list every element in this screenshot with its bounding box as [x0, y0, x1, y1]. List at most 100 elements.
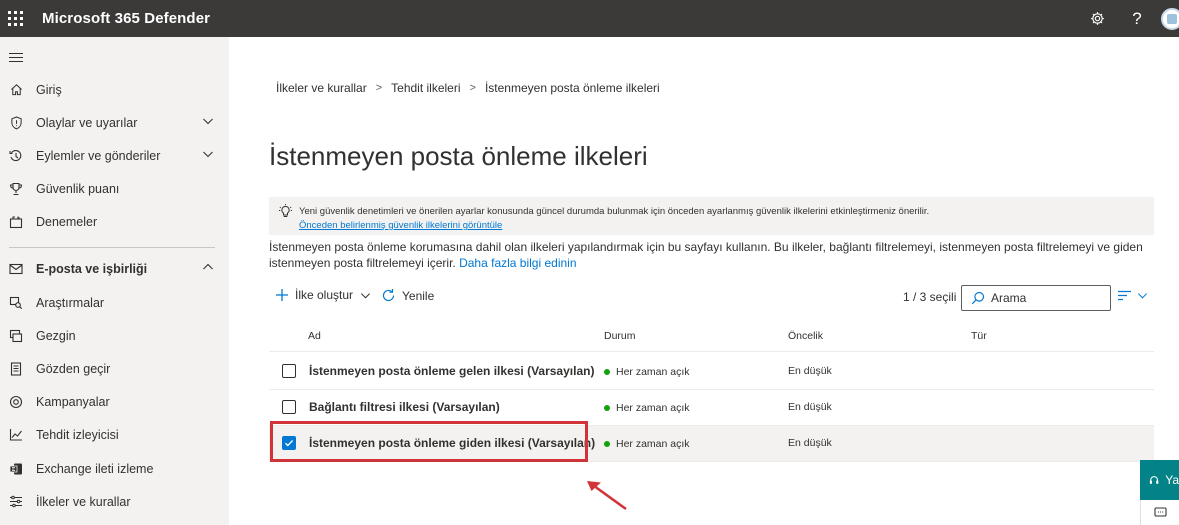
- search-placeholder: Arama: [991, 291, 1027, 305]
- status-dot-icon: [604, 441, 610, 447]
- filter-button[interactable]: [1117, 289, 1148, 302]
- explorer-icon: [9, 329, 23, 343]
- target-icon: [9, 395, 23, 409]
- nav-item-secure-score[interactable]: Güvenlik puanı: [0, 172, 229, 205]
- status-text: Her zaman açık: [616, 438, 690, 450]
- sidebar: Giriş Olaylar ve uyarılar Eylemler ve gö…: [0, 37, 229, 525]
- settings-button[interactable]: [1077, 0, 1117, 37]
- page-description: İstenmeyen posta önleme korumasına dahil…: [269, 239, 1149, 271]
- policy-name[interactable]: Bağlantı filtresi ilkesi (Varsayılan): [309, 400, 500, 414]
- annotation-arrow-icon: [587, 481, 627, 511]
- trophy-icon: [9, 182, 23, 196]
- breadcrumb-item-current: İstenmeyen posta önleme ilkeleri: [484, 81, 660, 95]
- nav-item-exchange-trace[interactable]: Exchange ileti izleme: [0, 452, 229, 485]
- question-icon: ?: [1132, 8, 1142, 28]
- chevron-down-icon: [1138, 293, 1147, 299]
- nav-item-home[interactable]: Giriş: [0, 73, 229, 106]
- app-launcher-button[interactable]: [0, 0, 30, 37]
- banner-link[interactable]: Önceden belirlenmiş güvenlik ilkelerini …: [299, 220, 502, 231]
- banner-text: Yeni güvenlik denetimleri ve önerilen ay…: [299, 206, 930, 217]
- app-title[interactable]: Microsoft 365 Defender: [42, 10, 210, 27]
- exchange-icon: [9, 462, 23, 476]
- avatar-icon: [1167, 13, 1177, 24]
- nav-item-label: Olaylar ve uyarılar: [36, 115, 138, 130]
- refresh-label: Yenile: [402, 288, 435, 303]
- nav-item-actions[interactable]: Eylemler ve gönderiler: [0, 139, 229, 172]
- search-input[interactable]: Arama: [961, 285, 1111, 311]
- nav-item-investigations[interactable]: Araştırmalar: [0, 286, 229, 319]
- breadcrumb-item-policies[interactable]: İlkeler ve kurallar: [276, 81, 367, 95]
- nav-item-label: İlkeler ve kurallar: [36, 494, 131, 509]
- selection-count: 1 / 3 seçili: [903, 290, 957, 304]
- chevron-down-icon: [203, 118, 213, 125]
- nav-item-incidents[interactable]: Olaylar ve uyarılar: [0, 106, 229, 139]
- breadcrumb-item-threat-policies[interactable]: Tehdit ilkeleri: [391, 81, 460, 95]
- chevron-down-icon: [203, 151, 213, 158]
- info-banner: Yeni güvenlik denetimleri ve önerilen ay…: [269, 197, 1154, 235]
- priority-cell: En düşük: [788, 365, 832, 377]
- status-dot-icon: [604, 369, 610, 375]
- column-header-type[interactable]: Tür: [971, 330, 987, 342]
- investigation-icon: [9, 296, 23, 310]
- shield-icon: [9, 115, 23, 130]
- nav-item-label: Gezgin: [36, 328, 76, 343]
- status-dot-icon: [604, 405, 610, 411]
- nav-item-label: Giriş: [36, 82, 62, 97]
- create-policy-button[interactable]: İlke oluştur: [275, 288, 371, 302]
- nav-item-label: Gözden geçir: [36, 361, 111, 376]
- refresh-button[interactable]: Yenile: [381, 288, 434, 303]
- avatar[interactable]: [1161, 7, 1179, 30]
- help-label: Ya: [1165, 473, 1179, 487]
- nav-item-threat-tracker[interactable]: Tehdit izleyicisi: [0, 418, 229, 451]
- nav-divider: [9, 247, 215, 248]
- hamburger-icon[interactable]: [9, 53, 23, 65]
- headset-icon: [1149, 475, 1159, 484]
- nav-item-campaigns[interactable]: Kampanyalar: [0, 385, 229, 418]
- nav-item-label: Güvenlik puanı: [36, 181, 120, 196]
- chat-button[interactable]: [1140, 500, 1179, 525]
- search-icon: [971, 291, 985, 305]
- nav-item-email-collaboration[interactable]: E-posta ve işbirliği: [0, 252, 229, 285]
- nav-item-policies-rules[interactable]: İlkeler ve kurallar: [0, 485, 229, 518]
- priority-cell: En düşük: [788, 437, 832, 449]
- breadcrumb: İlkeler ve kurallar > Tehdit ilkeleri > …: [276, 81, 660, 95]
- chevron-down-icon: [361, 292, 371, 299]
- column-header-status[interactable]: Durum: [604, 330, 636, 342]
- annotation-highlight-box: [270, 421, 588, 462]
- table-header: Ad Durum Öncelik Tür: [269, 322, 1154, 352]
- filter-icon: [1118, 290, 1131, 301]
- chat-icon: [1154, 506, 1167, 517]
- description-text: İstenmeyen posta önleme korumasına dahil…: [269, 240, 1143, 270]
- review-icon: [9, 361, 23, 376]
- nav-item-review[interactable]: Gözden geçir: [0, 352, 229, 385]
- status-cell: Her zaman açık: [604, 366, 690, 378]
- nav-item-label: Denemeler: [36, 214, 98, 229]
- nav-item-explorer[interactable]: Gezgin: [0, 319, 229, 352]
- page-title: İstenmeyen posta önleme ilkeleri: [269, 141, 648, 171]
- row-checkbox[interactable]: [282, 364, 296, 378]
- status-text: Her zaman açık: [616, 402, 690, 414]
- row-checkbox[interactable]: [282, 400, 296, 414]
- nav-item-label: Tehdit izleyicisi: [36, 427, 119, 442]
- help-button[interactable]: ?: [1117, 0, 1157, 37]
- history-icon: [9, 149, 23, 163]
- status-text: Her zaman açık: [616, 366, 690, 378]
- refresh-icon: [382, 289, 395, 302]
- nav-item-label: Araştırmalar: [36, 295, 105, 310]
- nav-item-trials[interactable]: Denemeler: [0, 205, 229, 238]
- chevron-right-icon: >: [375, 82, 383, 94]
- chart-icon: [9, 428, 23, 442]
- priority-cell: En düşük: [788, 401, 832, 413]
- learn-more-link[interactable]: Daha fazla bilgi edinin: [459, 256, 576, 270]
- column-header-name[interactable]: Ad: [308, 330, 321, 342]
- plus-icon: [276, 289, 288, 301]
- policy-name[interactable]: İstenmeyen posta önleme gelen ilkesi (Va…: [309, 364, 594, 378]
- help-assistant-button[interactable]: Ya: [1140, 460, 1179, 500]
- table-row[interactable]: İstenmeyen posta önleme gelen ilkesi (Va…: [269, 354, 1154, 390]
- nav-item-label: Eylemler ve gönderiler: [36, 148, 161, 163]
- policy-icon: [9, 495, 23, 509]
- chevron-up-icon: [203, 263, 213, 270]
- nav-item-label: E-posta ve işbirliği: [36, 261, 148, 276]
- column-header-priority[interactable]: Öncelik: [788, 330, 823, 342]
- lightbulb-icon: [279, 204, 292, 217]
